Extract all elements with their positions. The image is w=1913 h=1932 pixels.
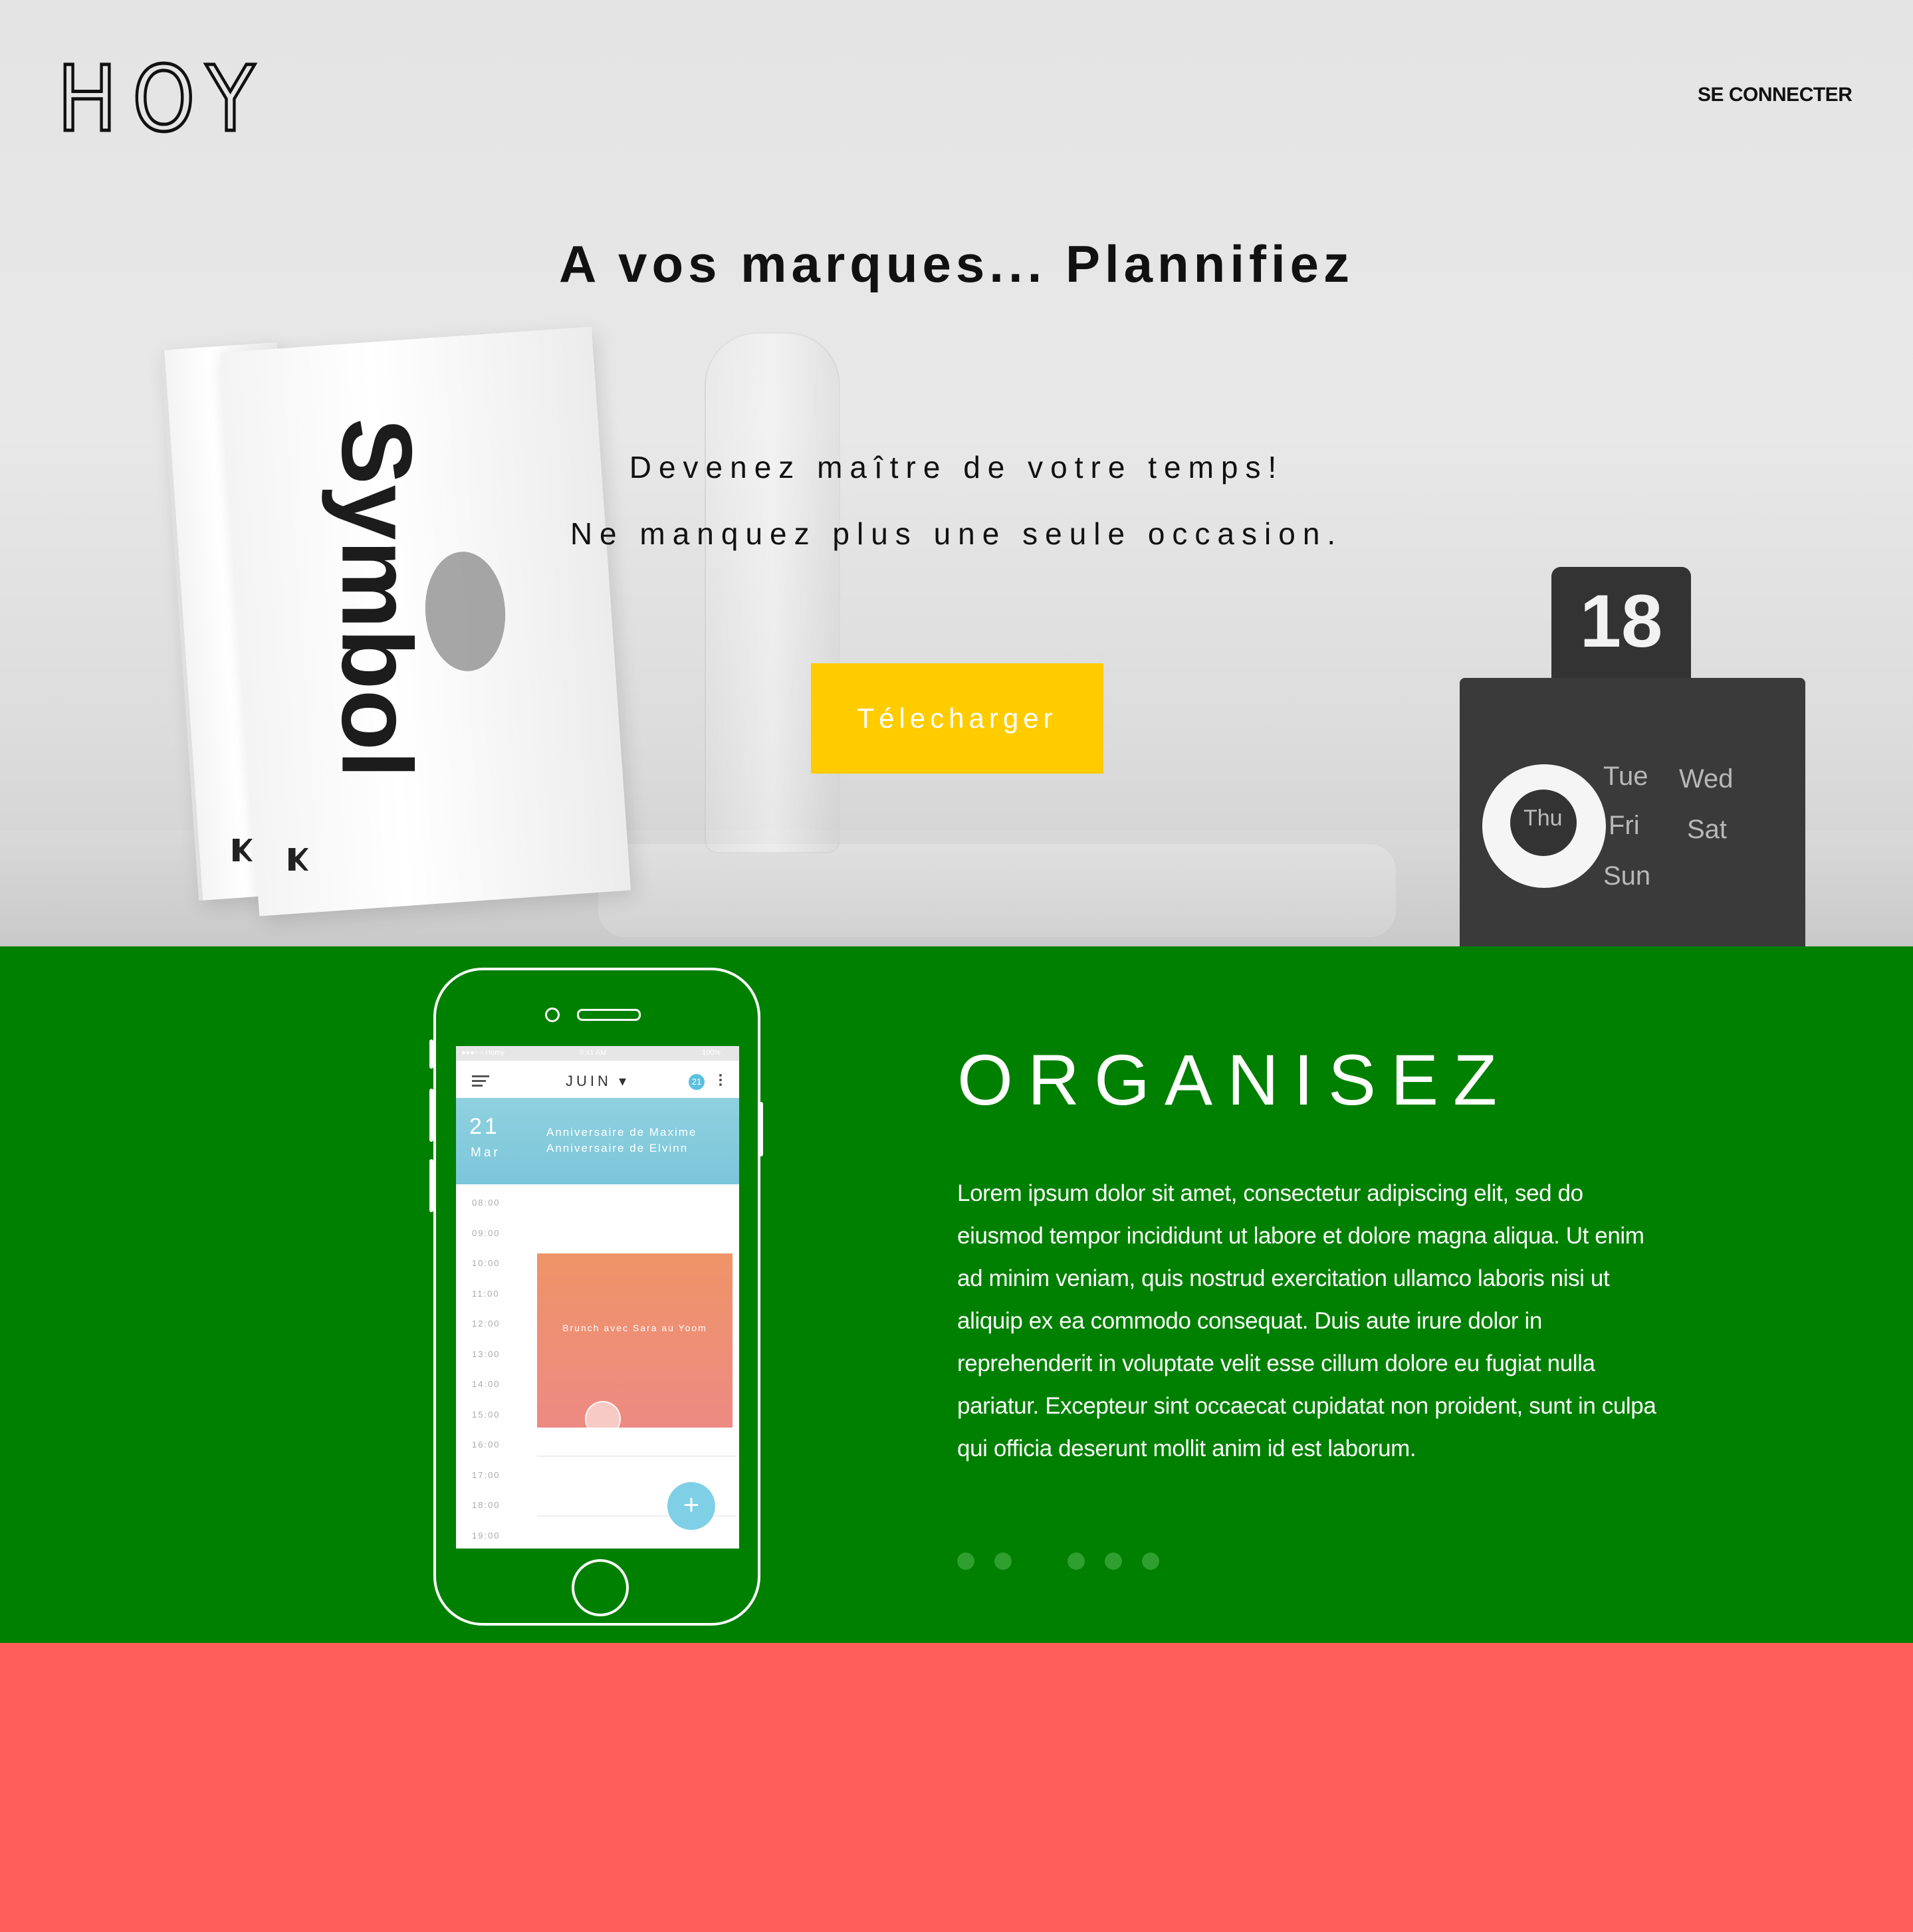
hour-label: 16:00 — [472, 1440, 501, 1449]
hero-section: Symbol 18 Thu Tue Wed Fri Sat Sun HOY SE… — [0, 0, 1913, 946]
carousel-dot[interactable] — [1142, 1553, 1159, 1570]
hero-calendar-day: Sat — [1687, 815, 1728, 844]
status-carrier: ●●●○○ Homy — [461, 1049, 505, 1057]
hero-calendar-day: Fri — [1609, 811, 1640, 840]
calendar-event[interactable]: Brunch avec Sara au Yoom — [537, 1253, 732, 1437]
organize-description: Lorem ipsum dolor sit amet, consectetur … — [957, 1180, 1656, 1461]
phone-screen: ●●●○○ Homy 9:41 AM 100% JUIN ▾ 21 21 Mar… — [456, 1046, 739, 1549]
hour-label: 18:00 — [472, 1500, 501, 1510]
carousel-dot[interactable] — [1068, 1553, 1085, 1570]
hero-calendar-ring-day: Thu — [1523, 805, 1563, 831]
today-badge[interactable]: 21 — [689, 1074, 705, 1090]
hero-calendar-day: Tue — [1603, 762, 1648, 791]
hour-label: 17:00 — [472, 1469, 501, 1480]
hero-calendar-number: 18 — [1579, 580, 1663, 663]
banner-event[interactable]: Anniversaire de Maxime — [546, 1126, 697, 1139]
banner-event[interactable]: Anniversaire de Elvinn — [546, 1142, 688, 1155]
hour-label: 11:00 — [472, 1288, 500, 1299]
svg-text:HOY: HOY — [57, 61, 270, 136]
download-button[interactable]: Télecharger — [811, 663, 1103, 774]
banner-weekday: Mar — [471, 1146, 501, 1160]
hero-subtitle-line-1: Devenez maître de votre temps! — [629, 450, 1284, 484]
hour-label: 14:00 — [472, 1379, 501, 1389]
status-battery: 100% — [702, 1049, 721, 1057]
hour-label: 15:00 — [472, 1409, 501, 1420]
calendar-event-label: Brunch avec Sara au Yoom — [562, 1323, 707, 1333]
carousel-dot[interactable] — [994, 1553, 1012, 1570]
carousel-dot[interactable] — [957, 1553, 974, 1570]
carousel-pagination — [957, 1553, 1170, 1570]
hour-label: 13:00 — [472, 1348, 501, 1359]
hero-book-front — [220, 326, 631, 916]
login-link[interactable]: SE CONNECTER — [1698, 84, 1853, 106]
hour-label: 08:00 — [472, 1198, 501, 1208]
hero-book-title: Symbol — [321, 418, 425, 778]
phone-status-bar: ●●●○○ Homy 9:41 AM 100% — [456, 1046, 739, 1061]
hour-label: 10:00 — [472, 1258, 501, 1268]
phone-home-button — [572, 1559, 629, 1616]
add-event-button[interactable]: + — [667, 1482, 715, 1530]
carousel-dot[interactable] — [1105, 1553, 1122, 1570]
drag-handle[interactable] — [585, 1401, 621, 1437]
status-time: 9:41 AM — [580, 1049, 607, 1057]
day-banner: 21 Mar Anniversaire de Maxime Anniversai… — [456, 1098, 739, 1184]
phone-speaker — [577, 1009, 641, 1021]
hero-subtitle-line-2: Ne manquez plus une seule occasion. — [570, 516, 1343, 551]
banner-date: 21 — [469, 1114, 500, 1139]
hero-calendar-day: Wed — [1679, 764, 1734, 794]
hero-calendar-day: Sun — [1603, 861, 1651, 891]
next-section — [0, 1643, 1913, 1932]
hour-column: 08:00 09:00 10:00 11:00 12:00 13:00 14:0… — [472, 1198, 512, 1549]
more-options-icon[interactable] — [719, 1074, 722, 1088]
hour-label: 19:00 — [472, 1530, 501, 1541]
hour-label: 12:00 — [472, 1319, 501, 1329]
organize-title: ORGANISEZ — [957, 1039, 1512, 1120]
hour-label: 09:00 — [472, 1228, 501, 1238]
hero-laptop-surface — [598, 844, 1396, 937]
phone-camera-icon — [545, 1008, 560, 1022]
landing-page: Symbol 18 Thu Tue Wed Fri Sat Sun HOY SE… — [0, 0, 1913, 1932]
hoy-logo[interactable]: HOY — [57, 61, 277, 136]
hero-title: A vos marques... Plannifiez — [558, 235, 1355, 293]
hero-bottle — [705, 332, 840, 853]
